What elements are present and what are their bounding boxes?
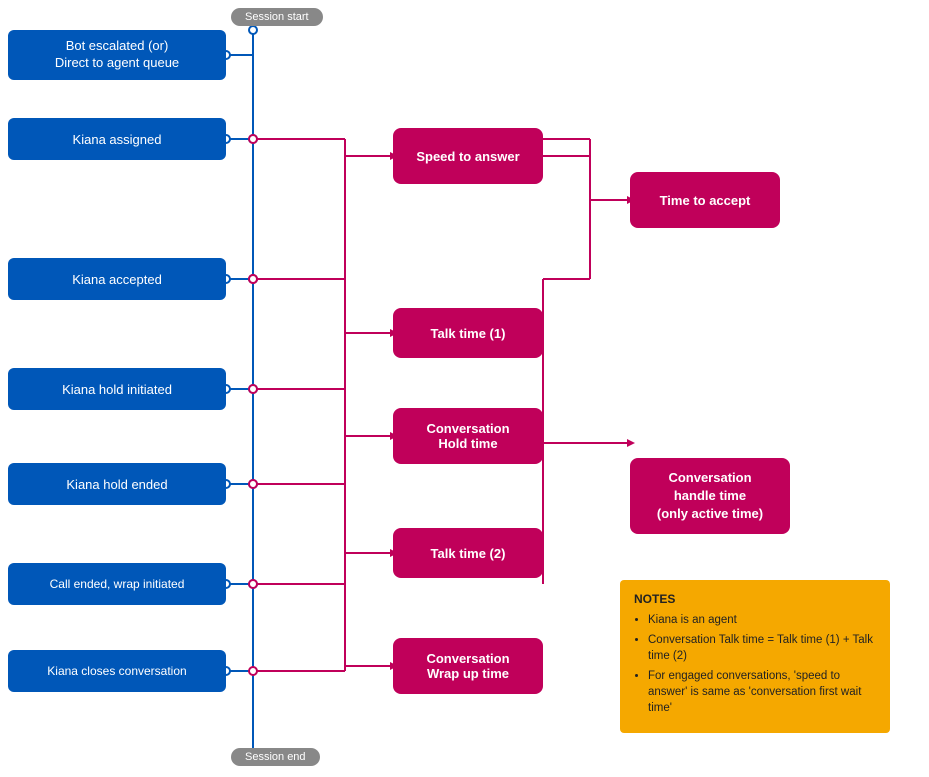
event-call-ended: Call ended, wrap initiated bbox=[8, 563, 226, 605]
metric-label: Conversation handle time (only active ti… bbox=[657, 469, 763, 524]
notes-list: Kiana is an agent Conversation Talk time… bbox=[634, 612, 876, 717]
event-label: Call ended, wrap initiated bbox=[50, 577, 185, 591]
metric-time-to-accept: Time to accept bbox=[630, 172, 780, 228]
event-kiana-accepted: Kiana accepted bbox=[8, 258, 226, 300]
metric-conv-handle-time: Conversation handle time (only active ti… bbox=[630, 458, 790, 534]
session-start-badge: Session start bbox=[231, 8, 323, 26]
event-label: Kiana closes conversation bbox=[47, 664, 186, 678]
metric-label: Speed to answer bbox=[416, 149, 519, 164]
event-label: Kiana accepted bbox=[72, 272, 162, 287]
metric-label: Time to accept bbox=[660, 193, 751, 208]
metric-conv-hold-time: Conversation Hold time bbox=[393, 408, 543, 464]
notes-item-2: For engaged conversations, 'speed to ans… bbox=[648, 668, 876, 716]
event-bot-escalated: Bot escalated (or) Direct to agent queue bbox=[8, 30, 226, 80]
metric-talk-time-1: Talk time (1) bbox=[393, 308, 543, 358]
notes-box: NOTES Kiana is an agent Conversation Tal… bbox=[620, 580, 890, 733]
event-label: Kiana hold ended bbox=[66, 477, 167, 492]
metric-conv-wrap-up: Conversation Wrap up time bbox=[393, 638, 543, 694]
event-kiana-closes: Kiana closes conversation bbox=[8, 650, 226, 692]
event-label: Bot escalated (or) Direct to agent queue bbox=[55, 38, 179, 72]
metric-label: Talk time (2) bbox=[431, 546, 506, 561]
event-kiana-assigned: Kiana assigned bbox=[8, 118, 226, 160]
diagram-container: Session start Session end Bot escalated … bbox=[0, 0, 929, 777]
session-end-badge: Session end bbox=[231, 748, 320, 766]
notes-item-1: Conversation Talk time = Talk time (1) +… bbox=[648, 632, 876, 664]
metric-label: Conversation Hold time bbox=[426, 421, 509, 451]
event-kiana-hold-ended: Kiana hold ended bbox=[8, 463, 226, 505]
event-label: Kiana hold initiated bbox=[62, 382, 172, 397]
notes-item-0: Kiana is an agent bbox=[648, 612, 876, 628]
notes-title: NOTES bbox=[634, 592, 876, 606]
event-kiana-hold-initiated: Kiana hold initiated bbox=[8, 368, 226, 410]
metric-speed-to-answer: Speed to answer bbox=[393, 128, 543, 184]
metric-label: Talk time (1) bbox=[431, 326, 506, 341]
metric-talk-time-2: Talk time (2) bbox=[393, 528, 543, 578]
event-label: Kiana assigned bbox=[73, 132, 162, 147]
metric-label: Conversation Wrap up time bbox=[426, 651, 509, 681]
